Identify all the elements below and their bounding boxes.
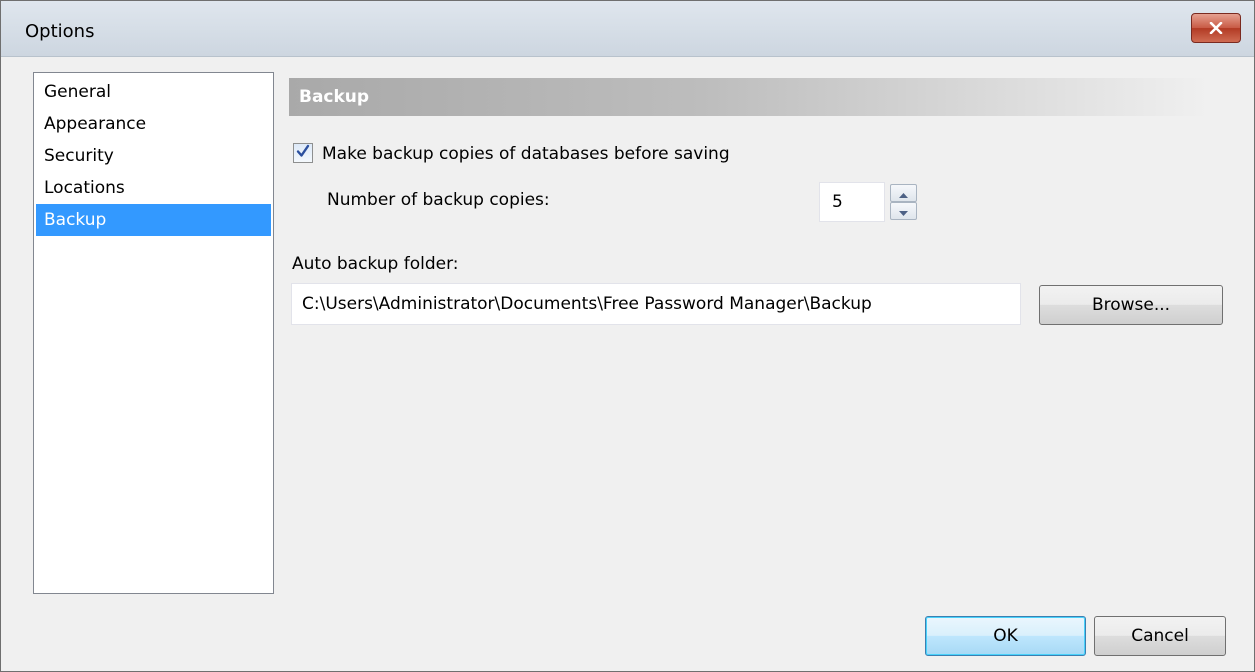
options-dialog: Options General Appearance Security Loca… xyxy=(0,0,1255,672)
title-bar[interactable]: Options xyxy=(1,1,1254,57)
nav-item-security[interactable]: Security xyxy=(36,140,271,172)
nav-item-appearance[interactable]: Appearance xyxy=(36,108,271,140)
make-backup-checkbox[interactable] xyxy=(293,143,313,163)
spin-down-button[interactable] xyxy=(890,202,917,220)
checkmark-icon xyxy=(296,143,310,163)
nav-item-general[interactable]: General xyxy=(36,76,271,108)
arrow-up-icon xyxy=(899,183,908,203)
auto-backup-folder-label: Auto backup folder: xyxy=(292,254,459,274)
make-backup-label[interactable]: Make backup copies of databases before s… xyxy=(322,144,730,164)
close-button[interactable] xyxy=(1191,13,1241,43)
ok-button[interactable]: OK xyxy=(925,616,1086,656)
backup-copies-input[interactable]: 5 xyxy=(819,182,885,222)
nav-item-locations[interactable]: Locations xyxy=(36,172,271,204)
nav-item-backup[interactable]: Backup xyxy=(36,204,271,236)
browse-button[interactable]: Browse... xyxy=(1039,285,1223,325)
window-title: Options xyxy=(25,21,95,42)
arrow-down-icon xyxy=(899,201,908,221)
spin-up-button[interactable] xyxy=(890,184,917,202)
cancel-button[interactable]: Cancel xyxy=(1094,616,1226,656)
close-icon xyxy=(1209,22,1223,34)
section-header: Backup xyxy=(289,78,1209,116)
section-title: Backup xyxy=(299,87,370,107)
auto-backup-folder-input[interactable]: C:\Users\Administrator\Documents\Free Pa… xyxy=(291,283,1021,325)
options-category-list[interactable]: General Appearance Security Locations Ba… xyxy=(33,72,274,594)
backup-copies-label: Number of backup copies: xyxy=(327,190,550,210)
